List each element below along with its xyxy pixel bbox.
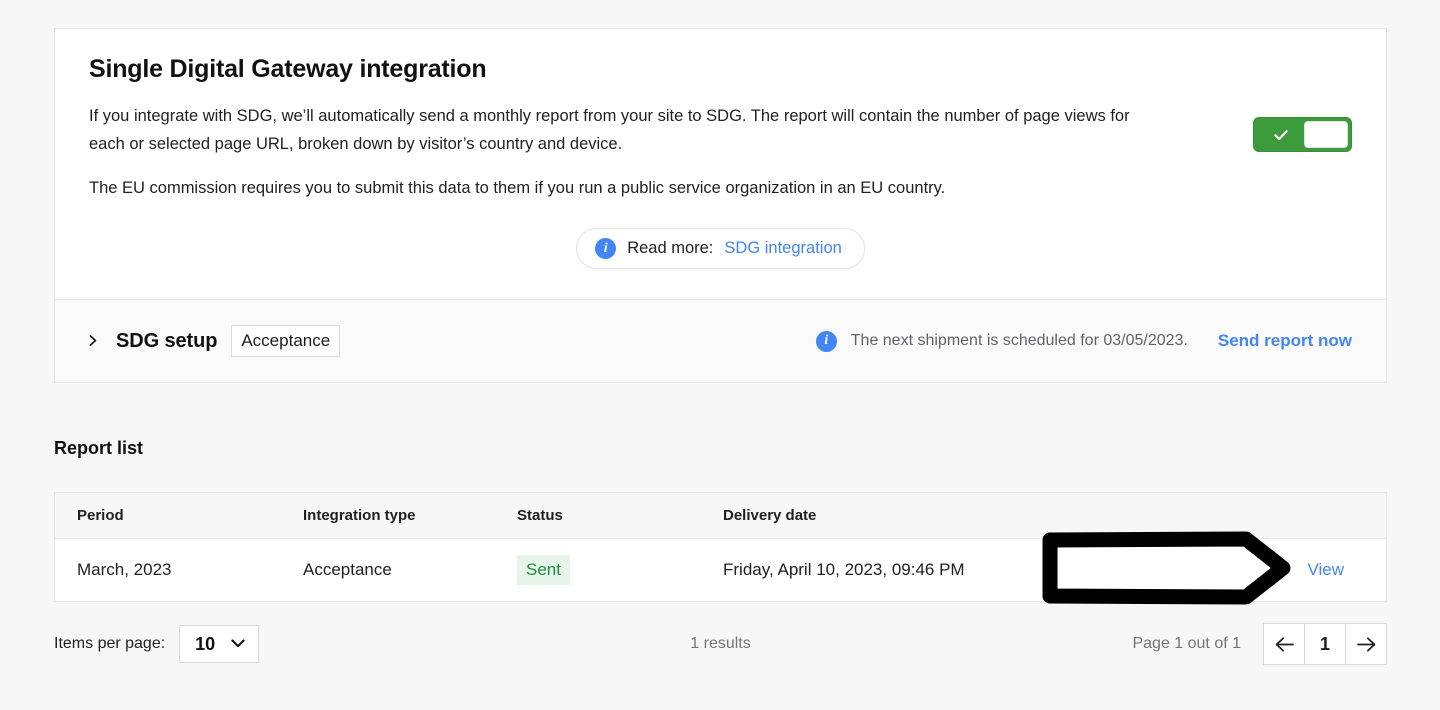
items-per-page-group: Items per page: 10 bbox=[54, 625, 260, 663]
page-title: Single Digital Gateway integration bbox=[89, 55, 487, 83]
view-report-link[interactable]: View bbox=[1307, 560, 1344, 579]
cell-integration-type: Acceptance bbox=[303, 560, 392, 579]
report-list-table-card: Period Integration type Status Delivery … bbox=[54, 492, 1387, 602]
check-icon bbox=[1273, 127, 1289, 143]
sdg-setup-left: SDG setup Acceptance bbox=[85, 325, 341, 357]
cell-status: Sent bbox=[517, 539, 723, 602]
table-row: March, 2023 Acceptance Sent Friday, Apri… bbox=[55, 539, 1386, 602]
sdg-card-body: Single Digital Gateway integration If yo… bbox=[55, 29, 1386, 299]
table-body: March, 2023 Acceptance Sent Friday, Apri… bbox=[55, 539, 1386, 602]
read-more-label: Read more: bbox=[627, 239, 714, 257]
items-per-page-label: Items per page: bbox=[54, 635, 166, 652]
table-header-row: Period Integration type Status Delivery … bbox=[55, 493, 1386, 539]
info-icon: i bbox=[815, 330, 837, 352]
next-shipment-note: The next shipment is scheduled for 03/05… bbox=[850, 332, 1188, 349]
page-navigation-group: Page 1 out of 1 1 bbox=[1132, 623, 1387, 665]
page-status-label: Page 1 out of 1 bbox=[1132, 635, 1241, 652]
report-table: Period Integration type Status Delivery … bbox=[55, 493, 1386, 601]
pagination-buttons: 1 bbox=[1263, 623, 1387, 665]
cell-actions: View bbox=[1143, 539, 1386, 602]
chevron-down-icon bbox=[231, 638, 245, 650]
sdg-setup-row: SDG setup Acceptance i The next shipment… bbox=[55, 299, 1386, 382]
send-report-now-button[interactable]: Send report now bbox=[1218, 331, 1352, 351]
sdg-integration-link[interactable]: SDG integration bbox=[724, 239, 841, 258]
status-badge: Sent bbox=[517, 555, 570, 585]
column-header-actions bbox=[1143, 493, 1386, 539]
pagination-bar: Items per page: 10 1 results Page 1 out … bbox=[54, 618, 1387, 670]
sdg-setup-right: i The next shipment is scheduled for 03/… bbox=[815, 330, 1352, 352]
sdg-setup-environment-badge: Acceptance bbox=[231, 325, 341, 357]
sdg-setup-title[interactable]: SDG setup bbox=[116, 330, 217, 353]
column-header-integration-type: Integration type bbox=[303, 493, 517, 539]
current-page-button[interactable]: 1 bbox=[1304, 623, 1346, 665]
table-head: Period Integration type Status Delivery … bbox=[55, 493, 1386, 539]
sdg-integration-card: Single Digital Gateway integration If yo… bbox=[54, 28, 1387, 383]
arrow-right-icon[interactable] bbox=[1345, 623, 1387, 665]
cell-period: March, 2023 bbox=[77, 560, 172, 579]
sdg-integration-toggle[interactable] bbox=[1253, 117, 1352, 152]
read-more-row: i Read more: SDG integration bbox=[89, 228, 1352, 269]
arrow-left-icon[interactable] bbox=[1263, 623, 1305, 665]
read-more-pill[interactable]: i Read more: SDG integration bbox=[576, 228, 865, 269]
report-list-heading: Report list bbox=[54, 438, 144, 458]
cell-delivery-date: Friday, April 10, 2023, 09:46 PM bbox=[723, 560, 965, 579]
info-icon: i bbox=[595, 238, 617, 259]
page-root: Single Digital Gateway integration If yo… bbox=[0, 0, 1440, 710]
sdg-description-paragraph-2: The EU commission requires you to submit… bbox=[89, 179, 946, 197]
items-per-page-value: 10 bbox=[195, 634, 216, 654]
column-header-delivery-date: Delivery date bbox=[723, 493, 1143, 539]
sdg-description-paragraph-1: If you integrate with SDG, we’ll automat… bbox=[89, 107, 1130, 153]
column-header-status: Status bbox=[517, 493, 723, 539]
chevron-right-icon[interactable] bbox=[85, 331, 102, 352]
sdg-toggle-wrapper bbox=[1253, 117, 1352, 152]
items-per-page-select[interactable]: 10 bbox=[179, 625, 260, 663]
column-header-period: Period bbox=[55, 493, 303, 539]
toggle-knob bbox=[1304, 121, 1348, 148]
